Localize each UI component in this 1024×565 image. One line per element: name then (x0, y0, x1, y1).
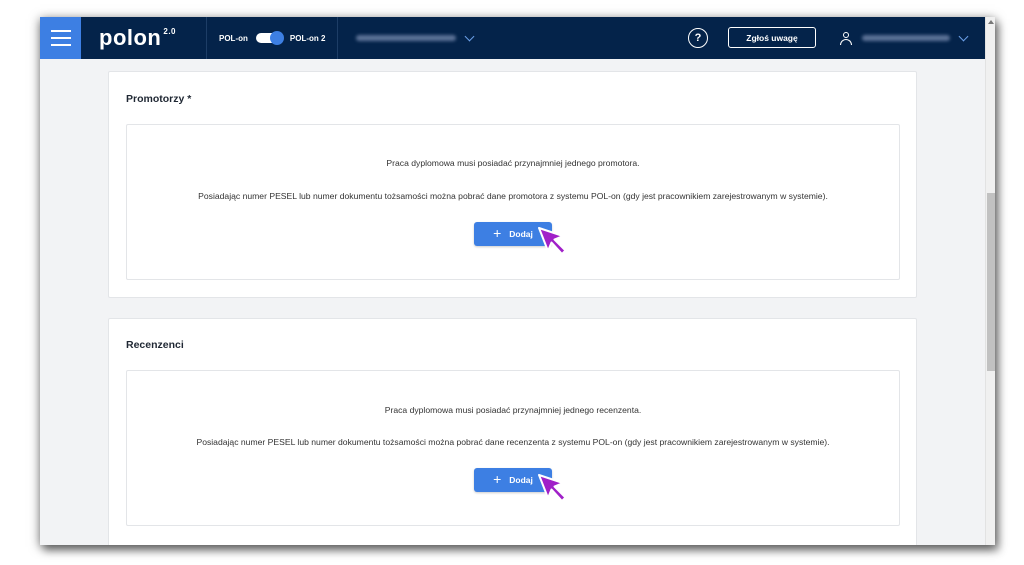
pointer-cursor-icon (538, 227, 567, 255)
help-icon[interactable]: ? (688, 28, 708, 48)
vertical-scrollbar[interactable] (985, 17, 995, 545)
section-title: Promotorzy * (126, 93, 192, 105)
chevron-down-icon (465, 31, 475, 41)
user-icon (840, 31, 852, 45)
pointer-cursor-icon (538, 474, 567, 502)
system-version-toggle[interactable]: POL-on POL-on 2 (207, 31, 337, 45)
hamburger-menu-button[interactable] (40, 17, 81, 59)
toggle-label-left: POL-on (219, 33, 248, 43)
institution-name-redacted (356, 35, 457, 41)
reviewers-empty-state: Praca dyplomowa musi posiadać przynajmni… (126, 370, 900, 526)
main-content: Promotorzy * Praca dyplomowa musi posiad… (40, 59, 985, 545)
toggle-label-right: POL-on 2 (289, 33, 326, 43)
hamburger-menu-icon (50, 30, 71, 32)
info-text: Posiadając numer PESEL lub numer dokumen… (196, 437, 830, 447)
institution-select[interactable] (338, 17, 708, 59)
scrollbar-thumb[interactable] (987, 193, 995, 371)
info-text: Posiadając numer PESEL lub numer dokumen… (198, 191, 828, 201)
report-feedback-button[interactable]: Zgłoś uwagę (728, 27, 816, 48)
user-menu[interactable] (840, 17, 969, 59)
user-name-redacted (862, 35, 950, 41)
plus-icon: + (493, 225, 502, 241)
scroll-up-arrow-icon[interactable] (988, 20, 994, 24)
toggle-switch[interactable] (255, 31, 284, 45)
app-window: polon 2.0 POL-on POL-on 2 ? Zgłoś uwagę P… (40, 17, 995, 545)
info-text: Praca dyplomowa musi posiadać przynajmni… (384, 405, 642, 415)
promoters-empty-state: Praca dyplomowa musi posiadać przynajmni… (126, 124, 900, 280)
info-text: Praca dyplomowa musi posiadać przynajmni… (386, 158, 640, 168)
chevron-down-icon (958, 31, 969, 41)
polon-logo[interactable]: polon 2.0 (99, 27, 176, 49)
promoters-section: Promotorzy * Praca dyplomowa musi posiad… (108, 71, 917, 298)
top-navigation-bar: polon 2.0 POL-on POL-on 2 ? Zgłoś uwagę (40, 17, 995, 59)
section-title: Recenzenci (126, 339, 184, 351)
reviewers-section: Recenzenci Praca dyplomowa musi posiadać… (108, 318, 917, 545)
plus-icon: + (493, 471, 502, 487)
